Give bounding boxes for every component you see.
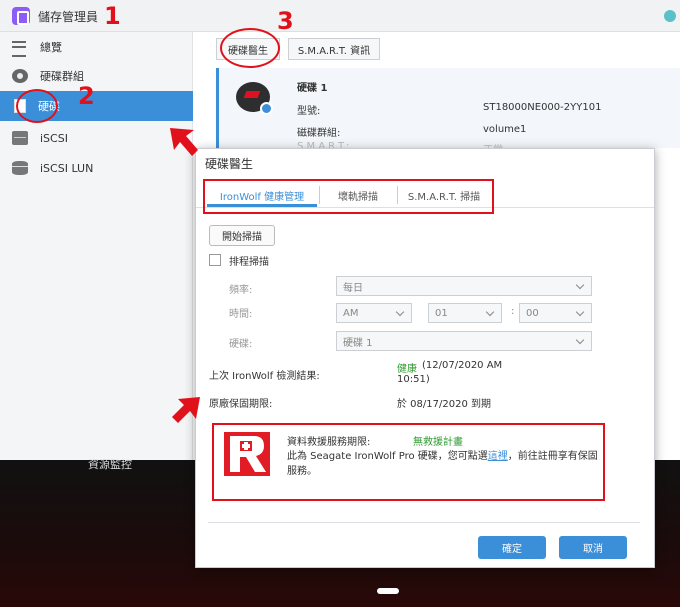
title-bar	[0, 0, 680, 32]
annotation-circle-doctor	[220, 28, 280, 68]
chevron-down-icon	[575, 335, 585, 345]
dialog-title: 硬碟醫生	[205, 157, 254, 171]
cancel-button[interactable]: 取消	[559, 536, 627, 559]
annotation-circle-drives	[16, 89, 58, 123]
model-label: 型號:	[297, 106, 321, 117]
frequency-value: 每日	[343, 282, 363, 294]
annotation-number-3: 3	[277, 7, 294, 35]
app-title: 儲存管理員	[38, 10, 99, 24]
annotation-box-rescue	[212, 423, 605, 501]
window-control-icon[interactable]	[664, 10, 676, 22]
time-ampm-value: AM	[343, 307, 359, 319]
chevron-down-icon	[395, 307, 405, 317]
chevron-down-icon	[575, 280, 585, 290]
ok-button[interactable]: 確定	[478, 536, 546, 559]
time-separator: :	[511, 306, 515, 317]
schedule-scan-label: 排程掃描	[229, 257, 269, 268]
storage-manager-app-icon	[12, 7, 30, 25]
sidebar-item-overview[interactable]: 總覽	[0, 32, 193, 62]
disk-card[interactable]	[216, 68, 680, 148]
home-indicator	[377, 588, 399, 594]
sidebar-item-label: 總覽	[40, 41, 62, 54]
volume-value: volume1	[483, 124, 527, 135]
sidebar-item-label: iSCSI LUN	[40, 161, 94, 175]
check-icon	[260, 102, 273, 115]
time-hour-select[interactable]: 01	[428, 303, 502, 323]
smart-info-button[interactable]: S.M.A.R.T. 資訊	[288, 38, 380, 60]
server-icon	[12, 131, 28, 145]
disk-select[interactable]: 硬碟 1	[336, 331, 592, 351]
disk-name: 硬碟 1	[297, 83, 328, 94]
annotation-number-2: 2	[78, 82, 95, 110]
resource-monitor-label: 資源監控	[88, 458, 132, 471]
sidebar-item-iscsi-lun[interactable]: iSCSI LUN	[0, 153, 193, 183]
time-minute-value: 00	[526, 307, 539, 319]
dialog-footer-divider	[208, 522, 640, 523]
frequency-select[interactable]: 每日	[336, 276, 592, 296]
time-label: 時間:	[229, 309, 253, 320]
health-check-date: (12/07/2020 AM	[422, 360, 503, 371]
database-icon	[12, 161, 28, 175]
sidebar-item-iscsi[interactable]: iSCSI	[0, 123, 193, 153]
disc-icon	[12, 69, 28, 83]
annotation-box-tabs	[203, 179, 494, 214]
list-icon	[12, 40, 28, 57]
time-hour-value: 01	[435, 307, 448, 319]
sidebar-item-label: iSCSI	[40, 131, 68, 145]
disk-label: 硬碟:	[229, 339, 253, 350]
frequency-label: 頻率:	[229, 285, 253, 296]
health-status: 健康	[397, 364, 417, 375]
volume-label: 磁碟群組:	[297, 128, 341, 139]
annotation-arrow-rescue	[172, 397, 200, 423]
warranty-label: 原廠保固期限:	[209, 399, 273, 410]
start-scan-button[interactable]: 開始掃描	[209, 225, 275, 246]
time-minute-select[interactable]: 00	[519, 303, 592, 323]
health-check-time: 10:51)	[397, 374, 430, 385]
sidebar-item-disk-groups[interactable]: 硬碟群組	[0, 61, 193, 91]
time-ampm-select[interactable]: AM	[336, 303, 412, 323]
chevron-down-icon	[485, 307, 495, 317]
model-value: ST18000NE000-2YY101	[483, 102, 602, 113]
chevron-down-icon	[575, 307, 585, 317]
annotation-number-1: 1	[104, 2, 121, 30]
annotation-arrow-dialog	[170, 128, 198, 156]
schedule-scan-checkbox[interactable]	[209, 254, 221, 266]
last-result-label: 上次 IronWolf 檢測結果:	[209, 371, 320, 382]
warranty-value: 於 08/17/2020 到期	[397, 399, 491, 410]
disk-select-value: 硬碟 1	[343, 337, 373, 349]
